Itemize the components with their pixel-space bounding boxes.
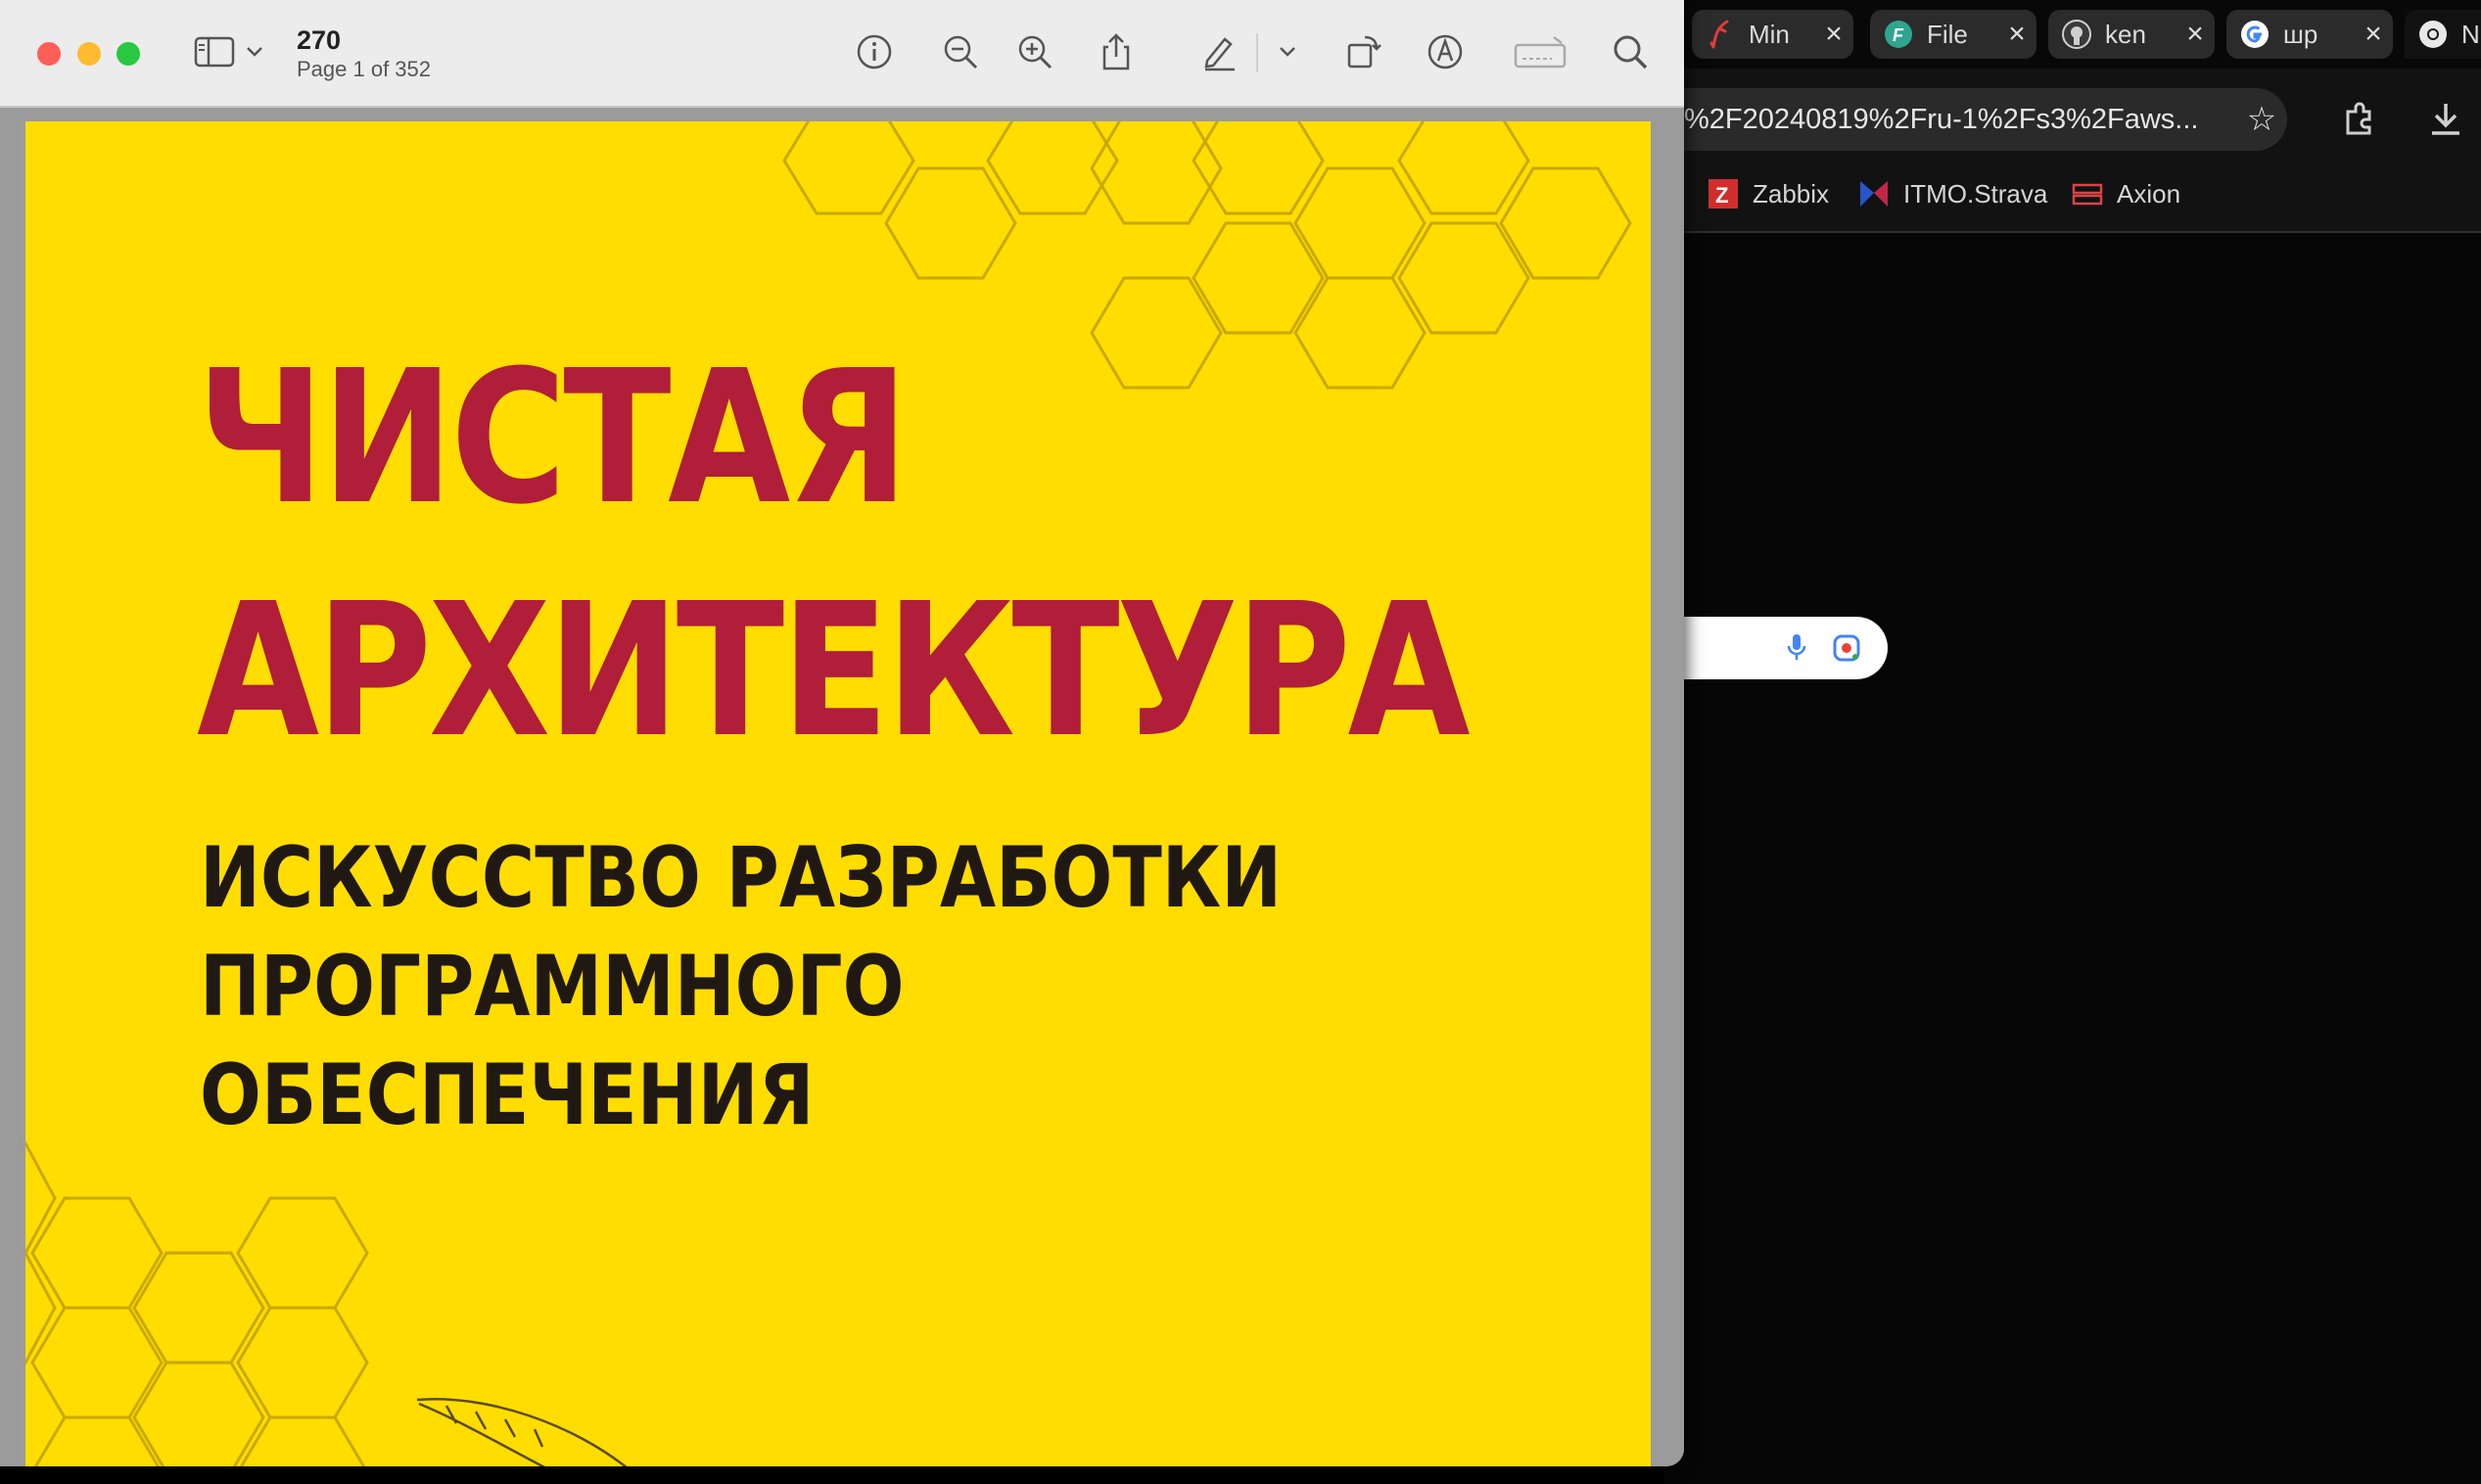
google-icon <box>2240 20 2270 49</box>
book-subtitle-line-3: ОБЕСПЕЧЕНИЯ <box>200 1046 815 1144</box>
address-bar[interactable]: %2F20240819%2Fru-1%2Fs3%2Faws... ☆ <box>1664 88 2287 151</box>
bookmark-zabbix[interactable]: Z Zabbix <box>1708 176 1829 211</box>
bookmark-label: Axion <box>2117 178 2181 209</box>
extensions-icon[interactable] <box>2338 98 2381 141</box>
signature-icon[interactable] <box>1513 29 1568 74</box>
book-subtitle-line-2: ПРОГРАММНОГО <box>200 938 905 1036</box>
highlight-icon[interactable] <box>1196 29 1241 74</box>
page-indicator: Page 1 of 352 <box>297 57 432 81</box>
svg-text:F: F <box>1893 25 1904 45</box>
bookmark-star-icon[interactable]: ☆ <box>2223 88 2281 151</box>
sidebar-icon[interactable] <box>192 29 237 74</box>
zoom-window-button[interactable] <box>117 42 140 66</box>
rotate-icon[interactable] <box>1341 29 1386 74</box>
tab-strip: Min × F File × ken × шр × N <box>1664 0 2481 69</box>
info-icon[interactable] <box>852 29 897 74</box>
google-search-box[interactable] <box>1664 617 1888 679</box>
minimize-window-button[interactable] <box>77 42 101 66</box>
tab-file[interactable]: F File × <box>1870 10 2036 59</box>
search-icon[interactable] <box>1608 29 1653 74</box>
document-title: 270 <box>297 25 342 55</box>
document-view[interactable]: ЧИСТАЯ АРХИТЕКТУРА ИСКУССТВО РАЗРАБОТКИ … <box>0 108 1684 1466</box>
bookmark-label: ITMO.Strava <box>1903 178 2048 209</box>
bookmark-itmo-strava[interactable]: ITMO.Strava <box>1858 176 2047 211</box>
browser-content <box>1664 233 2481 1484</box>
zabbix-icon: Z <box>1708 178 1739 209</box>
microphone-icon[interactable] <box>1786 632 1807 669</box>
axion-icon <box>2072 178 2103 209</box>
google-lens-icon[interactable] <box>1831 632 1862 669</box>
close-window-button[interactable] <box>37 42 61 66</box>
zoom-in-icon[interactable] <box>1012 29 1057 74</box>
bowtie-icon <box>1858 178 1890 209</box>
tab-title: N <box>2461 19 2480 49</box>
tab-close-button[interactable]: × <box>1814 18 1853 51</box>
tab-ken[interactable]: ken × <box>2048 10 2215 59</box>
tab-google[interactable]: шр × <box>2226 10 2393 59</box>
tab-title: File <box>1927 19 1968 49</box>
tab-title: Min <box>1749 19 1790 49</box>
chevron-down-icon[interactable] <box>240 29 269 74</box>
tab-close-button[interactable]: × <box>1997 18 2036 51</box>
tab-active[interactable]: N <box>2405 10 2481 59</box>
zoom-out-icon[interactable] <box>938 29 983 74</box>
insect-wing-illustration <box>416 1398 628 1466</box>
feather-icon <box>1706 20 1735 49</box>
tab-min[interactable]: Min × <box>1692 10 1853 59</box>
download-icon[interactable] <box>2424 98 2467 141</box>
tab-close-button[interactable]: × <box>2354 18 2393 51</box>
share-icon[interactable] <box>1094 29 1139 74</box>
honeycomb-pattern <box>25 121 1632 1466</box>
bookmarks-bar: Z Zabbix ITMO.Strava Axion <box>1664 157 2481 233</box>
tab-title: ken <box>2105 19 2146 49</box>
bookmark-label: Zabbix <box>1753 178 1830 209</box>
book-cover-page: ЧИСТАЯ АРХИТЕКТУРА ИСКУССТВО РАЗРАБОТКИ … <box>25 121 1651 1466</box>
markup-icon[interactable] <box>1423 29 1468 74</box>
svg-text:Z: Z <box>1715 183 1728 208</box>
preview-toolbar: 270 Page 1 of 352 <box>0 0 1684 108</box>
book-title-line-2: АРХИТЕКТУРА <box>197 564 1471 778</box>
flutter-f-icon: F <box>1884 20 1913 49</box>
toolbar-divider <box>1256 33 1258 72</box>
preview-window: 270 Page 1 of 352 ЧИСТАЯ АРХИТЕКТУРА ИСК… <box>0 0 1684 1466</box>
book-subtitle-line-1: ИСКУССТВО РАЗРАБОТКИ <box>200 829 1283 927</box>
book-title-line-1: ЧИСТАЯ <box>197 331 909 545</box>
chevron-down-icon[interactable] <box>1273 29 1302 74</box>
tab-close-button[interactable]: × <box>2176 18 2215 51</box>
chrome-icon <box>2418 20 2448 49</box>
bookmark-axion[interactable]: Axion <box>2072 176 2180 211</box>
github-icon <box>2062 20 2091 49</box>
tab-title: шр <box>2283 19 2318 49</box>
chrome-window: Min × F File × ken × шр × N %2F20240819%… <box>1664 0 2481 1484</box>
address-text: %2F20240819%2Fru-1%2Fs3%2Faws... <box>1684 104 2199 135</box>
